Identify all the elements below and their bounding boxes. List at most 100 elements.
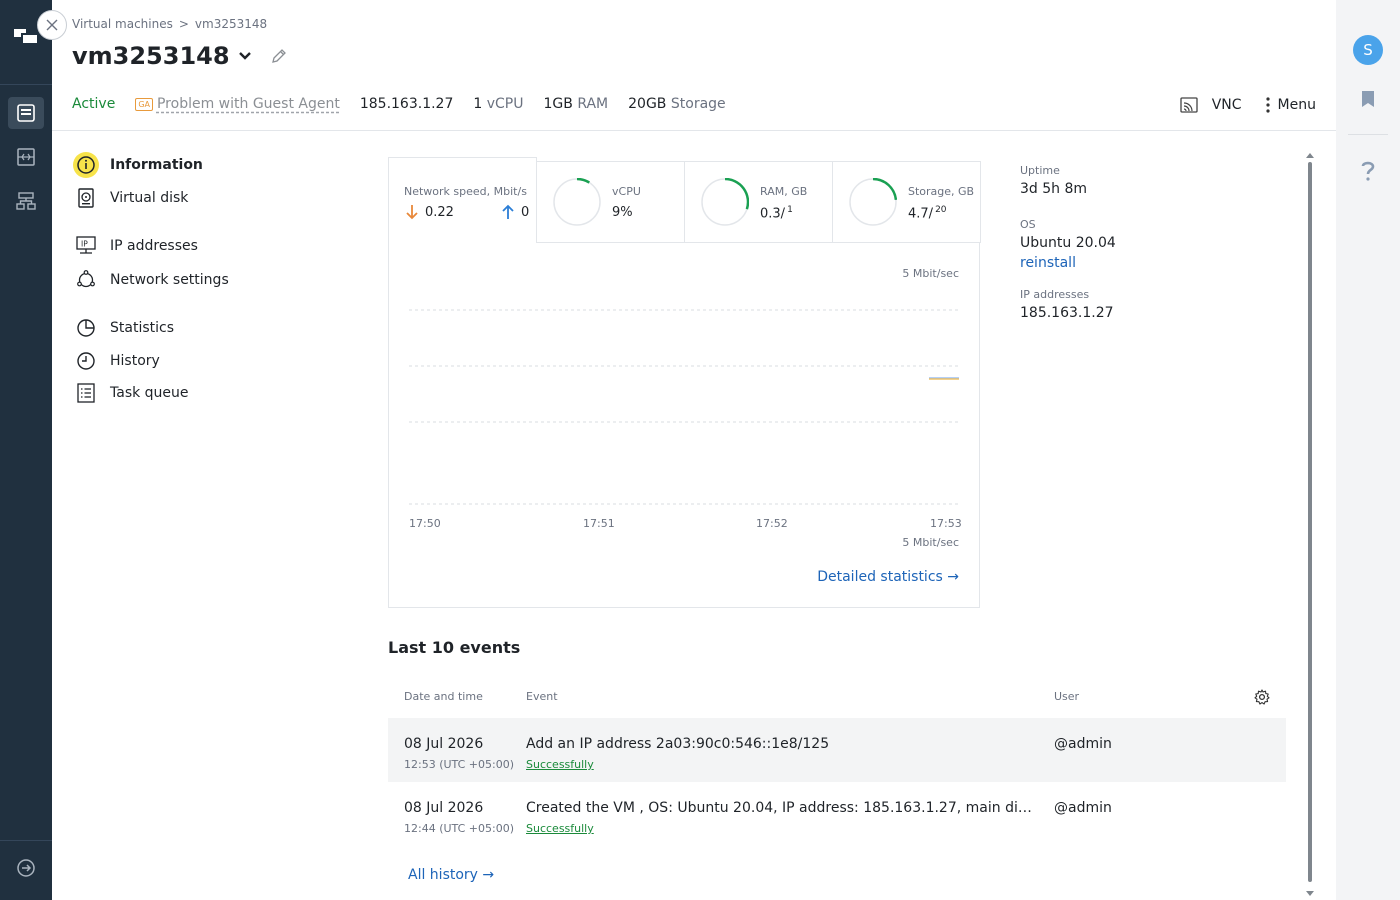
ram-ring — [701, 178, 749, 226]
menu-item-task-queue[interactable]: Task queue — [76, 383, 189, 403]
menu-item-history[interactable]: History — [76, 351, 160, 371]
menu-item-statistics[interactable]: Statistics — [76, 318, 174, 338]
ram-metric[interactable]: RAM, GB 0.3/1 — [684, 161, 833, 243]
all-history-link[interactable]: All history → — [408, 867, 494, 883]
right-rail-divider — [1348, 134, 1388, 135]
storage-value: 20GB — [628, 96, 667, 112]
ip-icon: IP — [76, 236, 96, 256]
breadcrumb-parent[interactable]: Virtual machines — [72, 17, 173, 31]
network-icon[interactable] — [8, 185, 44, 217]
svg-text:IP: IP — [81, 240, 88, 249]
col-user: User — [1054, 690, 1080, 703]
vcpu-ring-arc — [576, 178, 590, 184]
close-icon — [46, 19, 58, 31]
status-row: Active GA Problem with Guest Agent 185.1… — [72, 96, 746, 112]
storage-metric[interactable]: Storage, GB 4.7/20 — [832, 161, 981, 243]
event-time: 12:53 (UTC +05:00) — [404, 758, 514, 771]
event-date: 08 Jul 2026 — [404, 736, 484, 752]
status-badge: Active — [72, 96, 116, 112]
menu-item-label: History — [110, 353, 160, 369]
guest-agent-warning[interactable]: GA Problem with Guest Agent — [135, 96, 340, 112]
reinstall-link[interactable]: reinstall — [1020, 255, 1116, 271]
ram-value: 1GB — [543, 96, 573, 112]
event-user: @admin — [1054, 800, 1112, 816]
event-description: Created the VM , OS: Ubuntu 20.04, IP ad… — [526, 800, 1036, 816]
page-title: vm3253148 — [72, 42, 230, 70]
table-row[interactable]: 08 Jul 2026 12:53 (UTC +05:00) Add an IP… — [388, 718, 1286, 782]
vnc-label: VNC — [1211, 97, 1242, 113]
ram-label: RAM, GB — [760, 185, 808, 198]
clock-icon — [76, 351, 96, 371]
images-icon[interactable] — [8, 141, 44, 173]
header-actions: VNC Menu — [1180, 96, 1316, 114]
ip-value: 185.163.1.27 — [1020, 305, 1114, 321]
breadcrumb-separator: > — [178, 17, 189, 31]
title-row: vm3253148 — [72, 42, 288, 70]
storage-unit: Storage — [670, 96, 726, 112]
col-date: Date and time — [404, 690, 483, 703]
event-result[interactable]: Successfully — [526, 822, 594, 835]
arrow-down-icon — [406, 205, 418, 220]
gear-icon[interactable] — [1254, 689, 1270, 705]
header-cpu: 1 vCPU — [473, 96, 523, 112]
scroll-down-arrow[interactable] — [1306, 891, 1314, 897]
menu-item-label: Virtual disk — [110, 190, 189, 206]
table-row[interactable]: 08 Jul 2026 12:44 (UTC +05:00) Created t… — [388, 782, 1286, 846]
right-rail: S — [1336, 0, 1400, 900]
menu-label: Menu — [1277, 97, 1316, 113]
x-tick: 17:53 — [930, 517, 962, 530]
header-divider — [52, 130, 1336, 131]
network-settings-icon — [76, 270, 96, 290]
disk-icon — [76, 188, 96, 208]
vcpu-metric[interactable]: vCPU 9% — [536, 161, 685, 243]
pencil-icon[interactable] — [270, 47, 288, 65]
ram-unit: RAM — [577, 96, 609, 112]
menu-item-network-settings[interactable]: Network settings — [76, 270, 229, 290]
ga-badge: GA — [135, 97, 153, 111]
close-button[interactable] — [37, 10, 67, 40]
ip-label: IP addresses — [1020, 288, 1090, 301]
vm-info: Uptime 3d 5h 8m OS Ubuntu 20.04 reinstal… — [1020, 164, 1116, 321]
events-title: Last 10 events — [388, 638, 521, 657]
event-description: Add an IP address 2a03:90c0:546::1e8/125 — [526, 736, 830, 752]
statistics-card: Network speed, Mbit/s 0.22 0 vCPU 9% RAM… — [388, 157, 981, 608]
network-metric[interactable]: Network speed, Mbit/s 0.22 0 — [388, 157, 537, 239]
vnc-button[interactable]: VNC — [1180, 96, 1242, 114]
vm-list-icon[interactable] — [8, 97, 44, 129]
storage-value: 4.7/20 — [908, 205, 947, 221]
x-tick: 17:51 — [583, 517, 615, 530]
storage-total: 20 — [935, 205, 947, 215]
event-result[interactable]: Successfully — [526, 758, 594, 771]
chevron-down-icon[interactable] — [238, 51, 252, 61]
event-time: 12:44 (UTC +05:00) — [404, 822, 514, 835]
ram-value: 0.3/1 — [760, 205, 793, 221]
scroll-up-arrow[interactable] — [1306, 152, 1314, 158]
network-chart — [409, 309, 959, 505]
header-storage: 20GB Storage — [628, 96, 726, 112]
storage-label: Storage, GB — [908, 185, 975, 198]
left-rail — [0, 0, 52, 900]
menu-item-label: Task queue — [110, 385, 189, 401]
avatar[interactable]: S — [1353, 35, 1383, 65]
os-label: OS — [1020, 218, 1036, 231]
menu-button[interactable]: Menu — [1265, 97, 1316, 113]
ram-total: 1 — [787, 205, 793, 215]
kebab-icon — [1265, 97, 1270, 113]
storage-used: 4.7/ — [908, 206, 934, 222]
detailed-statistics-link[interactable]: Detailed statistics → — [817, 569, 959, 585]
menu-item-virtual-disk[interactable]: Virtual disk — [76, 188, 188, 208]
uptime-label: Uptime — [1020, 164, 1060, 177]
bookmark-icon[interactable] — [1360, 90, 1376, 108]
vnc-icon — [1180, 97, 1198, 113]
event-user: @admin — [1054, 736, 1112, 752]
ga-problem-text: Problem with Guest Agent — [156, 96, 340, 112]
menu-item-information[interactable]: Information — [73, 152, 203, 178]
vcpu-value: 9% — [612, 205, 633, 220]
menu-item-ip-addresses[interactable]: IP IP addresses — [76, 236, 198, 256]
scrollbar-thumb[interactable] — [1308, 162, 1312, 882]
help-icon[interactable] — [1360, 160, 1376, 182]
x-tick: 17:50 — [409, 517, 441, 530]
x-tick: 17:52 — [756, 517, 788, 530]
arrow-up-icon — [502, 204, 514, 219]
collapse-icon[interactable] — [8, 852, 44, 884]
